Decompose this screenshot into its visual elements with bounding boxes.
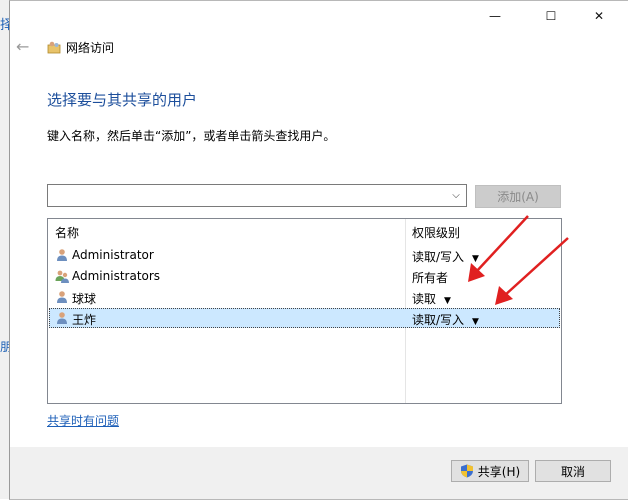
column-header-name[interactable]: 名称	[55, 224, 79, 241]
maximize-button[interactable]: ☐	[528, 1, 574, 31]
back-button[interactable]: ←	[16, 37, 29, 56]
sharing-help-link[interactable]: 共享时有问题	[47, 412, 119, 429]
user-permission-list[interactable]: 名称 权限级别 Administrator 读取/写入 ▼ Administrat…	[47, 218, 562, 404]
network-access-dialog: — ☐ ✕ ← 网络访问 选择要与其共享的用户 键入名称，然后单击“添加”，或者…	[9, 0, 628, 500]
user-name-combobox[interactable]: ⌵	[47, 184, 467, 207]
maximize-icon: ☐	[546, 9, 557, 23]
window-title: 网络访问	[66, 39, 114, 56]
permission-dropdown[interactable]: 读取 ▼	[412, 290, 451, 307]
share-button[interactable]: 共享(H)	[451, 460, 529, 482]
add-button[interactable]: 添加(A)	[475, 185, 561, 208]
list-row-administrator[interactable]: Administrator 读取/写入 ▼	[49, 245, 560, 265]
instruction-text: 键入名称，然后单击“添加”，或者单击箭头查找用户。	[47, 127, 335, 144]
user-name: Administrators	[72, 269, 160, 283]
user-icon	[55, 311, 69, 325]
minimize-button[interactable]: —	[472, 1, 518, 31]
close-button[interactable]: ✕	[576, 1, 622, 31]
user-icon	[55, 290, 69, 304]
minimize-icon: —	[489, 9, 501, 23]
chevron-down-icon: ⌵	[452, 190, 460, 201]
uac-shield-icon	[460, 464, 474, 478]
permission-value: 所有者	[412, 269, 448, 286]
cancel-button[interactable]: 取消	[535, 460, 611, 482]
permission-value: 读取/写入	[412, 313, 464, 327]
user-name: Administrator	[72, 248, 154, 262]
page-heading: 选择要与其共享的用户	[47, 89, 197, 110]
dropdown-arrow-icon: ▼	[472, 254, 479, 264]
dropdown-arrow-icon: ▼	[444, 296, 451, 306]
list-row-administrators[interactable]: Administrators 所有者	[49, 266, 560, 286]
share-button-label: 共享(H)	[478, 463, 520, 480]
permission-value: 读取/写入	[412, 250, 464, 264]
user-name: 王炸	[72, 311, 96, 328]
user-icon	[55, 248, 69, 262]
list-row-qiuqiu[interactable]: 球球 读取 ▼	[49, 287, 560, 307]
close-icon: ✕	[594, 9, 604, 23]
network-users-icon	[47, 40, 61, 54]
permission-dropdown[interactable]: 读取/写入 ▼	[412, 311, 479, 328]
column-header-permission[interactable]: 权限级别	[412, 224, 460, 241]
dropdown-arrow-icon: ▼	[472, 317, 479, 327]
user-name: 球球	[72, 290, 96, 307]
back-arrow-icon: ←	[16, 37, 29, 56]
dialog-footer: 共享(H) 取消	[10, 447, 628, 499]
permission-value: 读取	[412, 292, 436, 306]
permission-dropdown[interactable]: 读取/写入 ▼	[412, 248, 479, 265]
combo-dropdown-button[interactable]: ⌵	[448, 187, 464, 204]
list-row-wangzha[interactable]: 王炸 读取/写入 ▼	[49, 308, 560, 328]
group-icon	[55, 269, 69, 283]
